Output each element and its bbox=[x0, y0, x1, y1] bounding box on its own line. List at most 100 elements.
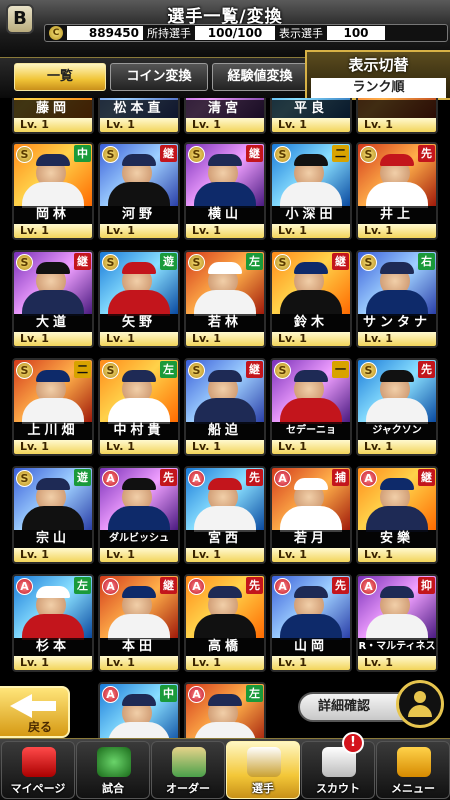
rank-badge-icon: S bbox=[102, 146, 119, 163]
player-card[interactable]: S 左中村貴 Lv. 1 bbox=[98, 358, 180, 456]
player-card[interactable]: A 左杉本 Lv. 1 bbox=[12, 574, 94, 672]
cap-shape bbox=[122, 694, 156, 706]
rank-badge-icon: A bbox=[360, 578, 377, 595]
player-card[interactable]: S 左若林 Lv. 1 bbox=[184, 250, 266, 348]
player-name: 上川畑 bbox=[14, 422, 92, 440]
uniform-shape bbox=[366, 506, 428, 532]
player-card-partial[interactable]: Lv. 1 bbox=[356, 98, 438, 134]
player-card[interactable]: S 継鈴木 Lv. 1 bbox=[270, 250, 352, 348]
cap-shape bbox=[122, 262, 156, 274]
tab-coin-convert[interactable]: コイン変換 bbox=[110, 63, 208, 91]
player-detail-icon[interactable] bbox=[396, 680, 444, 728]
player-card[interactable]: S 継河野 Lv. 1 bbox=[98, 142, 180, 240]
player-card[interactable]: S 二上川畑 Lv. 1 bbox=[12, 358, 94, 456]
nav-label: 試合 bbox=[102, 782, 124, 795]
player-card-partial[interactable]: 松本直 Lv. 1 bbox=[98, 98, 180, 134]
rank-badge-icon: S bbox=[360, 362, 377, 379]
player-level: Lv. 1 bbox=[100, 332, 178, 346]
player-card-partial[interactable]: A左 bbox=[184, 682, 266, 738]
nav-game[interactable]: 試合 bbox=[76, 741, 150, 799]
player-level: Lv. 1 bbox=[14, 118, 92, 132]
player-name: セデーニョ bbox=[272, 422, 350, 440]
uniform-shape bbox=[22, 506, 84, 532]
player-card[interactable]: A 捕若月 Lv. 1 bbox=[270, 466, 352, 564]
tab-exp-convert[interactable]: 経験値変換 bbox=[212, 63, 308, 91]
player-card[interactable]: A 継安樂 Lv. 1 bbox=[356, 466, 438, 564]
player-level: Lv. 1 bbox=[100, 548, 178, 562]
player-card[interactable]: S 中岡林 Lv. 1 bbox=[12, 142, 94, 240]
player-card-partial[interactable]: A中 bbox=[98, 682, 180, 738]
uniform-shape bbox=[280, 614, 342, 640]
rank-badge-icon: S bbox=[16, 146, 33, 163]
player-level: Lv. 1 bbox=[100, 224, 178, 238]
player-card[interactable]: S 先井上 Lv. 1 bbox=[356, 142, 438, 240]
player-name: 高橋 bbox=[186, 638, 264, 656]
player-name bbox=[358, 100, 436, 118]
player-card[interactable]: S 継横山 Lv. 1 bbox=[184, 142, 266, 240]
player-card[interactable]: S 二小深田 Lv. 1 bbox=[270, 142, 352, 240]
player-card-partial[interactable]: 清宮 Lv. 1 bbox=[184, 98, 266, 134]
position-badge: 継 bbox=[246, 145, 263, 162]
nav-players[interactable]: 選手 bbox=[226, 741, 300, 799]
rank-badge-icon: S bbox=[102, 362, 119, 379]
back-button[interactable]: 戻る bbox=[0, 686, 70, 738]
player-card[interactable]: A 先高橋 Lv. 1 bbox=[184, 574, 266, 672]
player-name: ジャクソン bbox=[358, 422, 436, 440]
rank-badge-icon: A bbox=[188, 578, 205, 595]
player-name: 杉本 bbox=[14, 638, 92, 656]
player-card[interactable]: S 右サンタナ Lv. 1 bbox=[356, 250, 438, 348]
player-card[interactable]: S 遊宗山 Lv. 1 bbox=[12, 466, 94, 564]
player-card[interactable]: A 先山岡 Lv. 1 bbox=[270, 574, 352, 672]
nav-scout[interactable]: スカウト bbox=[301, 741, 375, 799]
rank-badge-icon: A bbox=[102, 578, 119, 595]
player-level: Lv. 1 bbox=[358, 440, 436, 454]
player-name: 若林 bbox=[186, 314, 264, 332]
stadium-icon bbox=[97, 747, 131, 777]
player-level: Lv. 1 bbox=[358, 332, 436, 346]
player-card[interactable]: S 遊矢野 Lv. 1 bbox=[98, 250, 180, 348]
rank-badge-icon: S bbox=[16, 254, 33, 271]
player-level: Lv. 1 bbox=[14, 656, 92, 670]
tab-list[interactable]: 一覧 bbox=[14, 63, 106, 91]
uniform-shape bbox=[22, 614, 84, 640]
uniform-shape bbox=[108, 182, 170, 208]
nav-label: スカウト bbox=[316, 782, 360, 795]
uniform-shape bbox=[366, 182, 428, 208]
shown-players-label: 表示選手 bbox=[279, 27, 323, 40]
display-toggle[interactable]: 表示切替 ランク順 bbox=[305, 50, 450, 100]
position-badge: 中 bbox=[160, 685, 177, 702]
player-name: 清宮 bbox=[186, 100, 264, 118]
position-badge: 継 bbox=[160, 577, 177, 594]
back-arrow-bar bbox=[30, 701, 56, 711]
display-toggle-value: ランク順 bbox=[311, 78, 446, 98]
player-card[interactable]: A 抑 R・マルティネス Lv. 1 bbox=[356, 574, 438, 672]
rank-badge-icon: S bbox=[102, 254, 119, 271]
cap-shape bbox=[294, 262, 328, 274]
cap-shape bbox=[294, 370, 328, 382]
a-logo-icon bbox=[22, 747, 56, 777]
nav-menu[interactable]: メニュー bbox=[376, 741, 450, 799]
player-name: 鈴木 bbox=[272, 314, 350, 332]
uniform-shape bbox=[194, 398, 256, 424]
player-card[interactable]: S 継船迫 Lv. 1 bbox=[184, 358, 266, 456]
player-card[interactable]: A 先ダルビッシュ Lv. 1 bbox=[98, 466, 180, 564]
rank-badge-icon: S bbox=[274, 362, 291, 379]
coin-count: 889450 bbox=[67, 26, 143, 40]
player-card[interactable]: S 一セデーニョ Lv. 1 bbox=[270, 358, 352, 456]
player-card[interactable]: S 継大道 Lv. 1 bbox=[12, 250, 94, 348]
owned-players-label: 所持選手 bbox=[147, 27, 191, 40]
owned-players-value: 100/100 bbox=[195, 26, 275, 40]
menu-icon bbox=[397, 747, 431, 777]
uniform-shape bbox=[108, 614, 170, 640]
cap-shape bbox=[36, 370, 70, 382]
player-card[interactable]: A 先宮西 Lv. 1 bbox=[184, 466, 266, 564]
player-card-partial[interactable]: 藤岡 Lv. 1 bbox=[12, 98, 94, 134]
player-card[interactable]: A 継本田 Lv. 1 bbox=[98, 574, 180, 672]
player-level: Lv. 1 bbox=[186, 656, 264, 670]
player-level: Lv. 1 bbox=[186, 224, 264, 238]
nav-order[interactable]: オーダー bbox=[151, 741, 225, 799]
player-name: 平良 bbox=[272, 100, 350, 118]
player-card-partial[interactable]: 平良 Lv. 1 bbox=[270, 98, 352, 134]
player-card[interactable]: S 先ジャクソン Lv. 1 bbox=[356, 358, 438, 456]
nav-mypage[interactable]: マイページ bbox=[1, 741, 75, 799]
